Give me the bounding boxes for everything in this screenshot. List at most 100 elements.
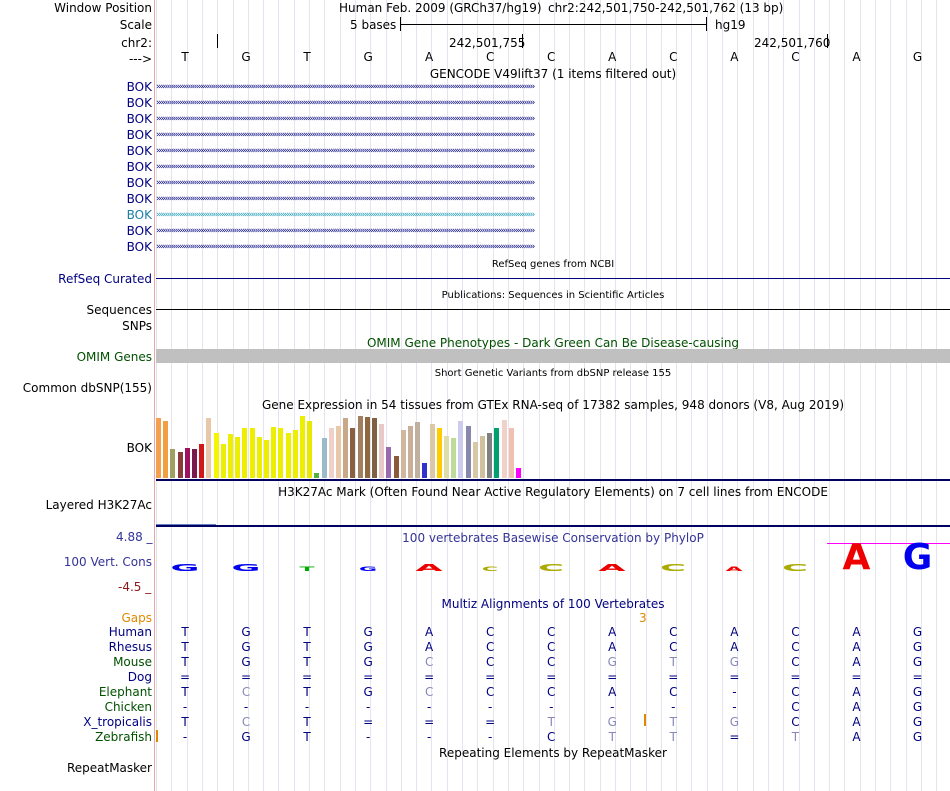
gtex-tissue-bar[interactable]: [386, 447, 392, 478]
gencode-item-label[interactable]: BOK: [127, 144, 152, 158]
gtex-tissue-bar[interactable]: [242, 428, 248, 478]
gtex-tissue-bar[interactable]: [264, 440, 269, 478]
gtex-tissue-bar[interactable]: [436, 428, 442, 478]
gtex-tissue-bar[interactable]: [256, 437, 262, 478]
gencode-transcript-line[interactable]: ››››››››››››››››››››››››››››››››››››››››…: [156, 82, 950, 92]
gtex-tissue-bar[interactable]: [364, 417, 370, 478]
omim-gene-bar[interactable]: [156, 349, 950, 363]
gencode-transcript-line[interactable]: ››››››››››››››››››››››››››››››››››››››››…: [156, 146, 950, 156]
gtex-tissue-bar[interactable]: [472, 442, 478, 478]
gtex-tissue-bar[interactable]: [444, 436, 449, 478]
gtex-tissue-bar[interactable]: [285, 433, 291, 478]
gtex-tissue-bar[interactable]: [321, 438, 327, 478]
species-label[interactable]: Rhesus: [109, 640, 152, 654]
gencode-item-label[interactable]: BOK: [127, 192, 152, 206]
gencode-transcript-line[interactable]: ››››››››››››››››››››››››››››››››››››››››…: [156, 162, 950, 172]
gtex-track-title[interactable]: Gene Expression in 54 tissues from GTEx …: [156, 398, 950, 412]
gencode-item-label[interactable]: BOK: [127, 112, 152, 126]
gtex-tissue-bar[interactable]: [422, 463, 428, 478]
snps-label[interactable]: SNPs: [122, 319, 152, 333]
gencode-item-label[interactable]: BOK: [127, 240, 152, 254]
gencode-item-label[interactable]: BOK: [127, 208, 152, 222]
dbsnp-label[interactable]: Common dbSNP(155): [23, 381, 152, 395]
gencode-item-label[interactable]: BOK: [127, 160, 152, 174]
gtex-tissue-bar[interactable]: [213, 433, 219, 478]
omim-track-title[interactable]: OMIM Gene Phenotypes - Dark Green Can Be…: [156, 336, 950, 350]
species-label[interactable]: Dog: [128, 670, 152, 684]
gtex-tissue-bar[interactable]: [458, 421, 464, 478]
gtex-tissue-bar[interactable]: [307, 421, 313, 478]
gtex-tissue-bar[interactable]: [163, 421, 169, 478]
gtex-tissue-bar[interactable]: [415, 422, 421, 478]
gencode-track-title[interactable]: GENCODE V49lift37 (1 items filtered out): [156, 67, 950, 81]
h3k27ac-label[interactable]: Layered H3K27Ac: [46, 498, 152, 512]
gtex-tissue-bar[interactable]: [451, 438, 457, 478]
gencode-transcript-line[interactable]: ››››››››››››››››››››››››››››››››››››››››…: [156, 178, 950, 188]
gtex-tissue-bar[interactable]: [300, 416, 305, 478]
gtex-tissue-bar[interactable]: [184, 448, 190, 478]
gtex-tissue-bar[interactable]: [350, 428, 356, 478]
gtex-tissue-bar[interactable]: [192, 449, 197, 478]
sequences-label[interactable]: Sequences: [87, 303, 152, 317]
gtex-tissue-bar[interactable]: [501, 420, 507, 478]
gencode-transcript-line[interactable]: ››››››››››››››››››››››››››››››››››››››››…: [156, 114, 950, 124]
gtex-tissue-bar[interactable]: [206, 418, 212, 478]
gtex-tissue-bar[interactable]: [199, 444, 205, 478]
gencode-transcript-line[interactable]: ››››››››››››››››››››››››››››››››››››››››…: [156, 226, 950, 236]
refseq-label[interactable]: RefSeq Curated: [58, 272, 152, 286]
species-label[interactable]: Mouse: [113, 655, 152, 669]
dbsnp-track-title[interactable]: Short Genetic Variants from dbSNP releas…: [156, 367, 950, 381]
gtex-tissue-bar[interactable]: [292, 430, 298, 478]
gtex-tissue-bar[interactable]: [278, 428, 284, 478]
gtex-tissue-bar[interactable]: [379, 424, 385, 478]
species-label[interactable]: Zebrafish: [95, 730, 152, 744]
gtex-bar-chart[interactable]: [156, 411, 556, 478]
gencode-item-label[interactable]: BOK: [127, 96, 152, 110]
repeat-label[interactable]: RepeatMasker: [67, 761, 152, 775]
gtex-tissue-bar[interactable]: [343, 418, 349, 478]
gtex-tissue-bar[interactable]: [235, 437, 241, 478]
species-label[interactable]: Human: [109, 625, 152, 639]
gtex-tissue-bar[interactable]: [516, 468, 521, 478]
gtex-tissue-bar[interactable]: [408, 426, 413, 478]
gtex-tissue-bar[interactable]: [328, 428, 334, 478]
gtex-tissue-bar[interactable]: [170, 449, 176, 478]
h3k27ac-track-title[interactable]: H3K27Ac Mark (Often Found Near Active Re…: [156, 485, 950, 499]
gencode-transcript-line[interactable]: ››››››››››››››››››››››››››››››››››››››››…: [156, 98, 950, 108]
gtex-tissue-bar[interactable]: [271, 427, 277, 478]
gtex-tissue-bar[interactable]: [336, 426, 341, 478]
gencode-item-label[interactable]: BOK: [127, 176, 152, 190]
gtex-tissue-bar[interactable]: [393, 456, 399, 478]
gtex-tissue-bar[interactable]: [228, 434, 233, 478]
gtex-tissue-bar[interactable]: [220, 444, 226, 478]
gencode-item-label[interactable]: BOK: [127, 224, 152, 238]
gaps-label[interactable]: Gaps: [121, 611, 152, 625]
multiz-track-title[interactable]: Multiz Alignments of 100 Vertebrates: [156, 597, 950, 611]
omim-label[interactable]: OMIM Genes: [77, 350, 152, 364]
gtex-tissue-bar[interactable]: [429, 424, 435, 478]
species-label[interactable]: X_tropicalis: [83, 715, 152, 729]
pubs-track-title[interactable]: Publications: Sequences in Scientific Ar…: [156, 289, 950, 303]
gencode-item-label[interactable]: BOK: [127, 80, 152, 94]
gtex-tissue-bar[interactable]: [156, 418, 161, 478]
gencode-transcript-line[interactable]: ››››››››››››››››››››››››››››››››››››››››…: [156, 242, 950, 252]
gtex-tissue-bar[interactable]: [494, 428, 500, 478]
refseq-track-title[interactable]: RefSeq genes from NCBI: [156, 258, 950, 272]
gencode-transcript-line[interactable]: ››››››››››››››››››››››››››››››››››››››››…: [156, 130, 950, 140]
repeat-track-title[interactable]: Repeating Elements by RepeatMasker: [156, 746, 950, 760]
gtex-label[interactable]: BOK: [127, 441, 152, 455]
gtex-tissue-bar[interactable]: [177, 452, 183, 478]
gtex-tissue-bar[interactable]: [487, 433, 493, 478]
gtex-tissue-bar[interactable]: [465, 426, 471, 478]
gtex-tissue-bar[interactable]: [249, 428, 255, 478]
refseq-gene-line[interactable]: [156, 278, 950, 279]
gtex-tissue-bar[interactable]: [314, 473, 320, 478]
gtex-tissue-bar[interactable]: [400, 430, 406, 478]
gencode-transcript-line[interactable]: ››››››››››››››››››››››››››››››››››››››››…: [156, 210, 950, 220]
gtex-tissue-bar[interactable]: [357, 416, 363, 478]
gtex-tissue-bar[interactable]: [480, 436, 485, 478]
genomic-position[interactable]: chr2:242,501,750-242,501,762 (13 bp): [548, 1, 783, 15]
gtex-tissue-bar[interactable]: [508, 428, 514, 478]
gencode-transcript-line[interactable]: ››››››››››››››››››››››››››››››››››››››››…: [156, 194, 950, 204]
pubs-sequence-line[interactable]: [156, 309, 950, 310]
